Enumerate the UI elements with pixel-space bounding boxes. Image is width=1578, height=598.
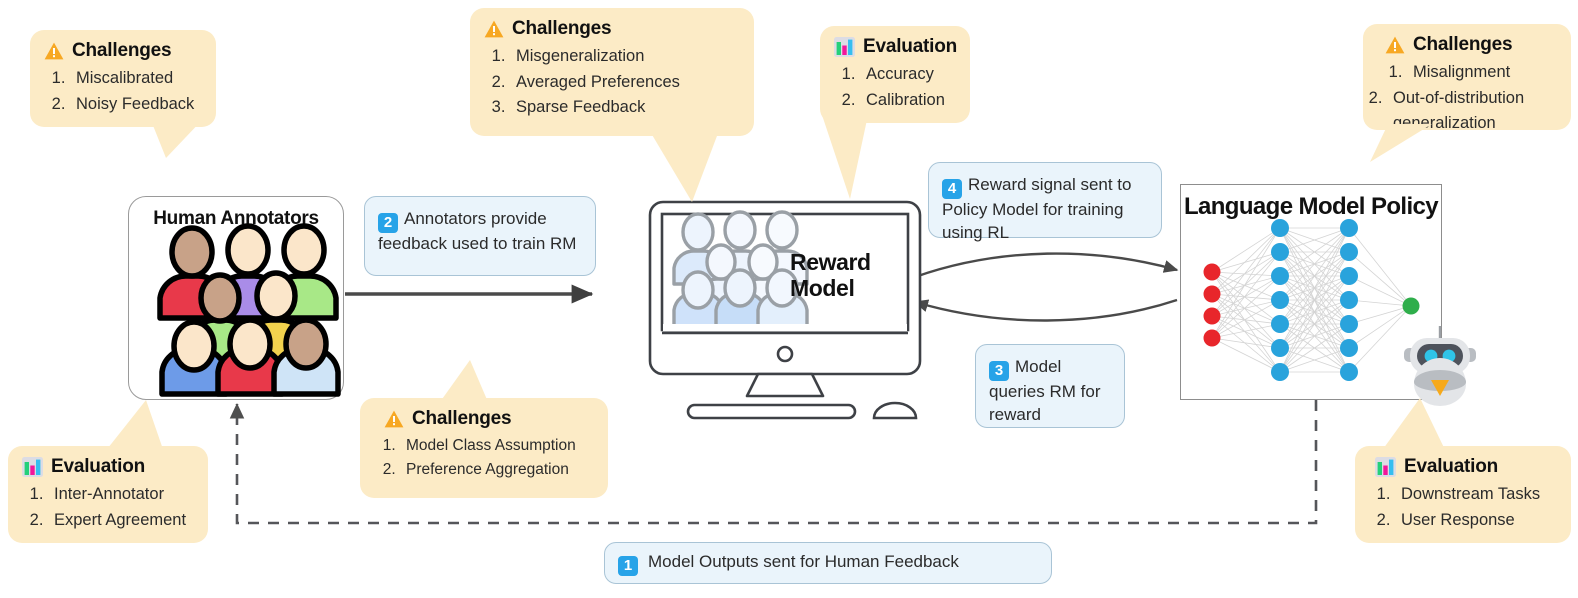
- callout-title: Evaluation: [51, 456, 146, 477]
- crowd-illustration: [157, 223, 341, 397]
- callout-item: Misalignment: [1407, 60, 1555, 86]
- warning-icon: [1385, 36, 1405, 54]
- step-2-text: Annotators provide feedback used to trai…: [378, 209, 577, 253]
- callout-header: Evaluation: [834, 36, 958, 58]
- callout-header: Challenges: [374, 408, 592, 430]
- callout-item: Sparse Feedback: [510, 95, 738, 121]
- callout-header: Challenges: [1377, 34, 1555, 56]
- callout-tail: [150, 118, 204, 158]
- robot-icon: [1404, 326, 1476, 406]
- step-1-box[interactable]: 1 Model Outputs sent for Human Feedback: [604, 542, 1052, 584]
- callout-item: Miscalibrated: [70, 66, 200, 92]
- callout-title: Challenges: [1413, 34, 1513, 55]
- step-2-box[interactable]: 2 Annotators provide feedback used to tra…: [364, 196, 596, 276]
- callout-challenges-reward-model: Challenges Misgeneralization Averaged Pr…: [470, 8, 754, 136]
- network-hidden-layer-2-nodes: [1340, 219, 1358, 381]
- callout-item: Inter-Annotator: [48, 482, 192, 508]
- network-edges: [1211, 227, 1412, 373]
- callout-item: Accuracy: [860, 62, 954, 88]
- callout-item: Model Class Assumption: [400, 434, 592, 458]
- callout-items: Miscalibrated Noisy Feedback: [44, 66, 200, 117]
- callout-tail: [648, 128, 720, 202]
- callout-item: Calibration: [860, 88, 954, 114]
- callout-header: Challenges: [484, 18, 738, 40]
- callout-title: Evaluation: [1404, 456, 1499, 477]
- callout-item: Averaged Preferences: [510, 70, 738, 96]
- arrow-reward-model-to-policy: [914, 252, 1179, 279]
- callout-tail: [1370, 124, 1432, 162]
- callout-title: Evaluation: [863, 36, 958, 57]
- step-4-text: Reward signal sent to Policy Model for t…: [942, 175, 1132, 242]
- callout-items: Model Class Assumption Preference Aggreg…: [374, 434, 592, 482]
- step-1-badge: 1: [618, 556, 638, 576]
- callout-items: Inter-Annotator Expert Agreement: [22, 482, 192, 533]
- callout-items: Misgeneralization Averaged Preferences S…: [484, 44, 738, 121]
- step-1-text: Model Outputs sent for Human Feedback: [648, 552, 959, 571]
- callout-item: Misgeneralization: [510, 44, 738, 70]
- callout-challenges-annotators: Challenges Miscalibrated Noisy Feedback: [30, 30, 216, 127]
- warning-icon: [484, 20, 504, 38]
- step-2-badge: 2: [378, 213, 398, 233]
- reward-model-label-line2: Model: [790, 275, 855, 302]
- callout-header: Evaluation: [22, 456, 192, 478]
- bar-chart-icon: [22, 457, 43, 477]
- callout-title: Challenges: [412, 408, 512, 429]
- reward-model-monitor: [648, 200, 922, 420]
- callout-evaluation-policy: Evaluation Downstream Tasks User Respons…: [1355, 446, 1571, 543]
- callout-item: User Response: [1395, 508, 1555, 534]
- callout-challenges-policy: Challenges Misalignment Out-of-distribut…: [1363, 24, 1571, 132]
- bar-chart-icon: [834, 37, 855, 57]
- step-4-badge: 4: [942, 179, 962, 199]
- step-4-box[interactable]: 4 Reward signal sent to Policy Model for …: [928, 162, 1162, 242]
- callout-title: Challenges: [512, 18, 612, 39]
- network-hidden-layer-1-nodes: [1271, 219, 1289, 381]
- warning-icon: [44, 42, 64, 60]
- callout-items: Downstream Tasks User Response: [1369, 482, 1555, 533]
- step-3-badge: 3: [989, 361, 1009, 381]
- callout-evaluation-reward-model: Evaluation Accuracy Calibration: [820, 26, 970, 123]
- reward-model-label: Reward Model: [790, 249, 871, 301]
- step-3-box[interactable]: 3 Model queries RM for reward: [975, 344, 1125, 428]
- callout-challenges-feedback: Challenges Model Class Assumption Prefer…: [360, 398, 608, 498]
- warning-icon: [384, 410, 404, 428]
- callout-item: Downstream Tasks: [1395, 482, 1555, 508]
- callout-item: Expert Agreement: [48, 508, 192, 534]
- network-input-nodes: [1203, 263, 1221, 347]
- callout-header: Challenges: [44, 40, 200, 62]
- diagram-canvas: Human Annotators Reward Model Language M…: [0, 0, 1578, 598]
- arrow-policy-to-reward-model: [913, 298, 1178, 322]
- callout-evaluation-annotators: Evaluation Inter-Annotator Expert Agreem…: [8, 446, 208, 543]
- callout-item: Noisy Feedback: [70, 92, 200, 118]
- callout-title: Challenges: [72, 40, 172, 61]
- bar-chart-icon: [1375, 457, 1396, 477]
- callout-tail: [822, 115, 868, 199]
- reward-model-label-line1: Reward: [790, 249, 871, 275]
- callout-header: Evaluation: [1369, 456, 1555, 478]
- callout-item: Preference Aggregation: [400, 458, 592, 482]
- network-output-node: [1402, 297, 1420, 315]
- callout-items: Accuracy Calibration: [834, 62, 954, 113]
